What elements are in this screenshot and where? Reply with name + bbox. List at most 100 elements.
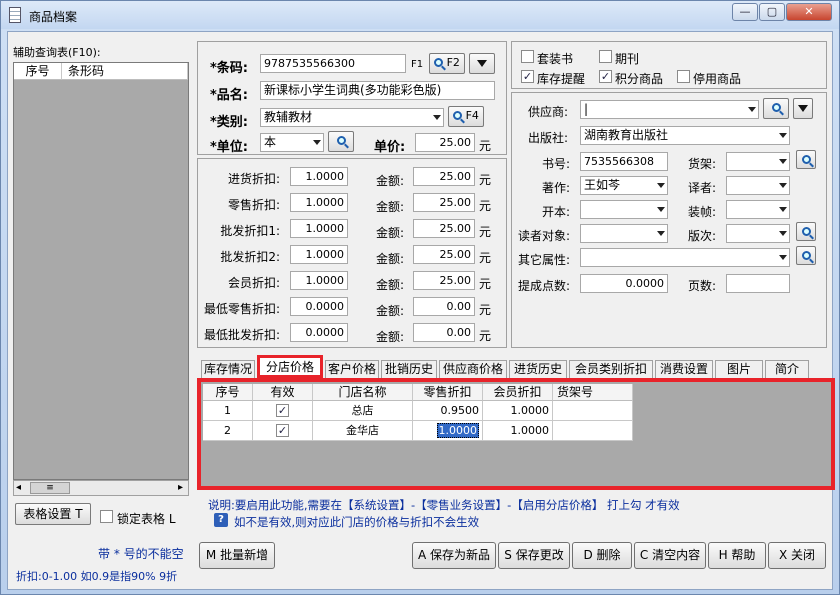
price-input[interactable]: 25.00: [415, 133, 475, 152]
grid-header-store[interactable]: 门店名称: [313, 384, 413, 401]
amount-input[interactable]: 25.00: [413, 219, 475, 238]
aux-query-grid[interactable]: 序号 条形码: [13, 62, 189, 480]
supplier-dropdown-button[interactable]: [793, 98, 813, 119]
row-shelf[interactable]: [553, 401, 633, 421]
barcode-input[interactable]: 9787535566300: [260, 54, 406, 73]
grid-header-member[interactable]: 会员折扣: [483, 384, 553, 401]
selected-value[interactable]: 1.0000: [436, 423, 479, 438]
row-valid[interactable]: ✓: [253, 401, 313, 421]
minimize-button[interactable]: —: [732, 3, 758, 21]
tab-consumption-settings[interactable]: 消费设置: [655, 360, 713, 378]
discount-input[interactable]: 1.0000: [290, 271, 348, 290]
other-attr-search-button[interactable]: [796, 246, 816, 265]
amount-currency: 元: [479, 303, 492, 317]
shelf-select[interactable]: [726, 152, 790, 171]
batch-add-button[interactable]: M 批量新增: [199, 542, 275, 569]
row-retail-discount[interactable]: 0.9500: [413, 401, 483, 421]
edition-select[interactable]: [726, 224, 790, 243]
amount-input[interactable]: 0.00: [413, 323, 475, 342]
format-label: 开本:: [542, 205, 571, 219]
isbn-input[interactable]: 7535566308: [580, 152, 668, 171]
amount-input[interactable]: 25.00: [413, 245, 475, 264]
scroll-left-icon[interactable]: ◂: [16, 482, 21, 493]
tab-image[interactable]: 图片: [715, 360, 763, 378]
disabled-item-checkbox[interactable]: [677, 70, 690, 83]
row-retail-discount[interactable]: 1.0000: [413, 421, 483, 441]
set-book-checkbox[interactable]: [521, 50, 534, 63]
close-window-button[interactable]: ✕: [786, 3, 832, 21]
row-member-discount[interactable]: 1.0000: [483, 421, 553, 441]
discount-input[interactable]: 1.0000: [290, 219, 348, 238]
unit-search-button[interactable]: [328, 131, 354, 152]
title-bar[interactable]: 商品档案 — ▢ ✕: [1, 1, 839, 29]
grid-header-retail[interactable]: 零售折扣: [413, 384, 483, 401]
edition-search-button[interactable]: [796, 222, 816, 241]
barcode-dropdown-button[interactable]: [469, 53, 495, 74]
row-store[interactable]: 总店: [313, 401, 413, 421]
delete-button[interactable]: D 删除: [572, 542, 632, 569]
discount-input[interactable]: 0.0000: [290, 297, 348, 316]
row-member-discount[interactable]: 1.0000: [483, 401, 553, 421]
name-input[interactable]: 新课标小学生词典(多功能彩色版): [260, 81, 495, 100]
tab-branch-price[interactable]: 分店价格: [257, 355, 323, 378]
tab-intro[interactable]: 简介: [765, 360, 809, 378]
category-select[interactable]: 教辅教材: [260, 108, 444, 127]
tab-purchase-history[interactable]: 进货历史: [509, 360, 567, 378]
supplier-search-button[interactable]: [763, 98, 789, 119]
stock-alert-checkbox[interactable]: ✓: [521, 70, 534, 83]
pages-input[interactable]: [726, 274, 790, 293]
shelf-search-button[interactable]: [796, 150, 816, 169]
publisher-select[interactable]: 湖南教育出版社: [580, 126, 790, 145]
discount-input[interactable]: 1.0000: [290, 167, 348, 186]
clear-button[interactable]: C 清空内容: [634, 542, 706, 569]
chevron-down-icon: [657, 207, 665, 212]
tab-member-discount[interactable]: 会员类别折扣: [569, 360, 653, 378]
barcode-search-button[interactable]: F2: [429, 53, 465, 74]
binding-select[interactable]: [726, 200, 790, 219]
category-search-button[interactable]: F4: [448, 106, 484, 127]
tab-supplier-price[interactable]: 供应商价格: [439, 360, 507, 378]
scroll-right-icon[interactable]: ▸: [178, 482, 183, 493]
save-changes-button[interactable]: S 保存更改: [498, 542, 570, 569]
grid-settings-button[interactable]: 表格设置 T: [15, 503, 91, 525]
other-attr-select[interactable]: [580, 248, 790, 267]
price-label: 单价:: [374, 140, 406, 155]
help-button[interactable]: H 帮助: [708, 542, 766, 569]
amount-input[interactable]: 25.00: [413, 271, 475, 290]
unit-select[interactable]: 本: [260, 133, 324, 152]
readers-select[interactable]: [580, 224, 668, 243]
grid-header-shelf[interactable]: 货架号: [553, 384, 633, 401]
maximize-button[interactable]: ▢: [759, 3, 785, 21]
branch-price-grid[interactable]: 序号 有效 门店名称 零售折扣 会员折扣 货架号 1 ✓ 总店 0.9500 1…: [197, 378, 835, 490]
valid-checkbox[interactable]: ✓: [276, 404, 289, 417]
discount-input[interactable]: 0.0000: [290, 323, 348, 342]
periodical-checkbox[interactable]: [599, 50, 612, 63]
supplier-select[interactable]: |: [580, 100, 759, 119]
tab-wholesale-history[interactable]: 批销历史: [381, 360, 437, 378]
translator-select[interactable]: [726, 176, 790, 195]
points-item-checkbox[interactable]: ✓: [599, 70, 612, 83]
grid-header-valid[interactable]: 有效: [253, 384, 313, 401]
save-as-new-button[interactable]: A 保存为新品: [412, 542, 496, 569]
close-button[interactable]: X 关闭: [768, 542, 826, 569]
valid-checkbox[interactable]: ✓: [276, 424, 289, 437]
amount-input[interactable]: 0.00: [413, 297, 475, 316]
row-store[interactable]: 金华店: [313, 421, 413, 441]
discount-input[interactable]: 1.0000: [290, 193, 348, 212]
tab-stock[interactable]: 库存情况: [201, 360, 255, 378]
format-select[interactable]: [580, 200, 668, 219]
grid-header-no[interactable]: 序号: [203, 384, 253, 401]
author-select[interactable]: 王如芩: [580, 176, 668, 195]
aux-hscrollbar[interactable]: ◂ ≡ ▸: [13, 480, 189, 496]
aux-header-no[interactable]: 序号: [14, 63, 62, 80]
amount-input[interactable]: 25.00: [413, 193, 475, 212]
tab-customer-price[interactable]: 客户价格: [325, 360, 379, 378]
amount-input[interactable]: 25.00: [413, 167, 475, 186]
commission-input[interactable]: 0.0000: [580, 274, 668, 293]
aux-header-barcode[interactable]: 条形码: [62, 63, 188, 80]
row-shelf[interactable]: [553, 421, 633, 441]
scroll-thumb[interactable]: ≡: [30, 482, 70, 494]
discount-input[interactable]: 1.0000: [290, 245, 348, 264]
lock-grid-checkbox[interactable]: [100, 510, 113, 523]
row-valid[interactable]: ✓: [253, 421, 313, 441]
